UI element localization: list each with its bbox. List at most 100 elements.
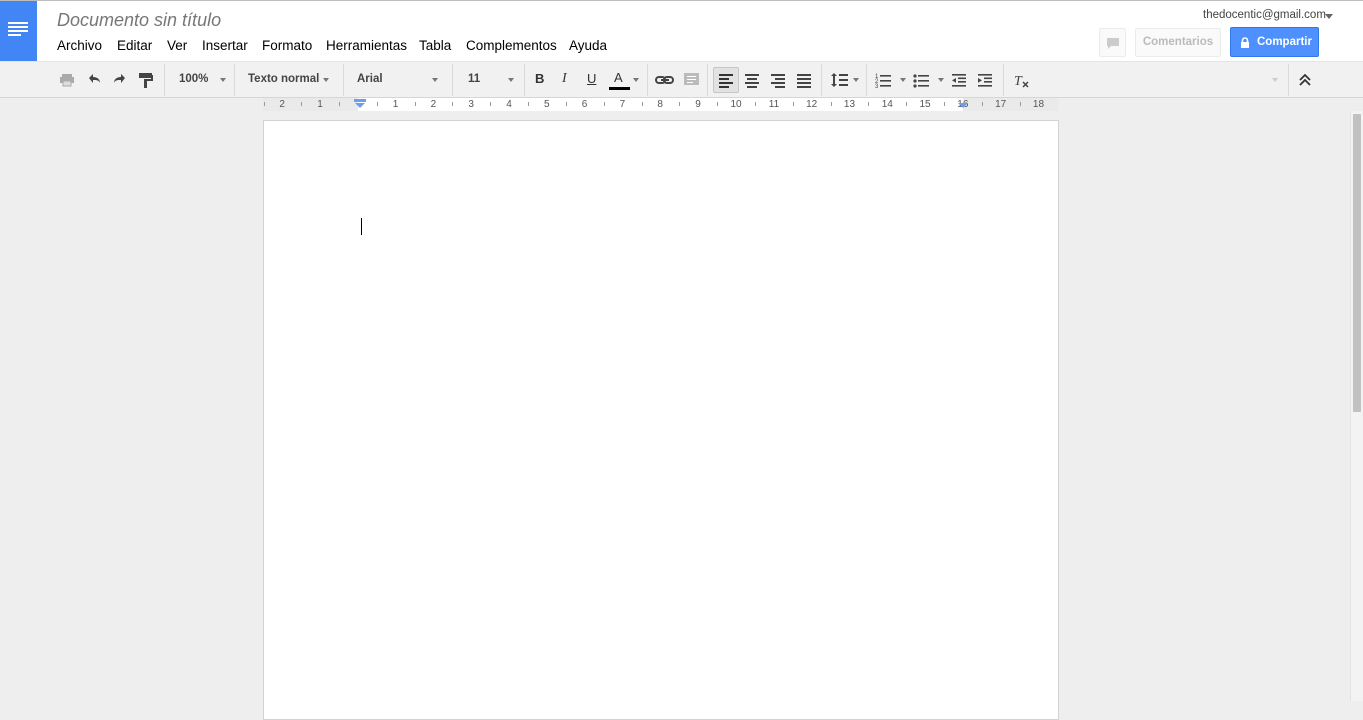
toolbar-separator (343, 64, 344, 96)
font-family-select[interactable]: Arial (357, 68, 441, 92)
bold-icon[interactable]: B (535, 68, 544, 92)
ruler-number: 1 (317, 99, 323, 110)
ruler-tick (528, 102, 529, 106)
docs-home-logo[interactable] (0, 1, 37, 61)
docs-lines-icon (8, 22, 28, 36)
paragraph-style-value: Texto normal (248, 73, 320, 85)
text-cursor (361, 218, 362, 235)
ruler-number: 9 (695, 99, 701, 110)
align-center-icon[interactable] (744, 68, 760, 92)
ruler-number: 17 (995, 99, 1007, 110)
document-page[interactable] (263, 120, 1059, 720)
comment-bubble-button[interactable] (1099, 28, 1126, 57)
lock-icon (1241, 37, 1249, 48)
ruler-tick (944, 102, 945, 106)
redo-icon[interactable] (111, 68, 129, 92)
justify-icon[interactable] (796, 68, 812, 92)
clear-formatting-icon[interactable]: T (1013, 68, 1031, 92)
ruler-number: 11 (768, 99, 780, 110)
chat-bubble-icon (1107, 38, 1119, 49)
toolbar-separator (647, 64, 648, 96)
align-right-icon[interactable] (770, 68, 786, 92)
print-icon[interactable] (58, 68, 76, 92)
share-button[interactable]: Compartir (1230, 27, 1319, 57)
toolbar-separator (707, 64, 708, 96)
ruler-tick (490, 102, 491, 106)
ruler-number: 10 (730, 99, 742, 110)
decrease-indent-icon[interactable] (951, 68, 967, 92)
ruler-number: 1 (392, 99, 399, 110)
underline-icon[interactable]: U (587, 68, 596, 92)
collapse-icon[interactable] (1298, 68, 1312, 92)
ruler-tick (793, 102, 794, 106)
ruler-number: 18 (1032, 99, 1045, 110)
menu-formato[interactable]: Formato (262, 38, 312, 53)
ruler-number: 12 (806, 99, 818, 110)
ruler-number: 2 (430, 99, 437, 110)
font-size-value: 11 (468, 73, 481, 85)
account-caret-icon[interactable] (1325, 14, 1333, 19)
italic-icon[interactable]: I (562, 68, 567, 92)
paint-format-icon[interactable] (138, 68, 154, 92)
menu-insertar[interactable]: Insertar (202, 38, 248, 53)
toolbar-separator (524, 64, 525, 96)
menu-complementos[interactable]: Complementos (466, 38, 557, 53)
toolbar-separator (1288, 64, 1289, 96)
ruler-tick (339, 102, 340, 106)
menu-tabla[interactable]: Tabla (419, 38, 451, 53)
font-family-value: Arial (357, 73, 383, 85)
ruler-number: 13 (843, 99, 856, 110)
toolbar-separator (164, 64, 165, 96)
numbered-list-icon[interactable]: 123 (875, 68, 907, 92)
document-title[interactable]: Documento sin título (57, 10, 221, 31)
font-size-select[interactable]: 11 (468, 68, 516, 92)
ruler-tick (982, 102, 983, 106)
menu-archivo[interactable]: Archivo (57, 38, 102, 53)
bulleted-list-icon[interactable] (913, 68, 945, 92)
paragraph-style-select[interactable]: Texto normal (248, 68, 332, 92)
chevron-down-icon (220, 78, 226, 82)
increase-indent-icon[interactable] (977, 68, 993, 92)
ruler-number: 14 (881, 99, 893, 110)
ruler-tick (566, 102, 567, 106)
undo-icon[interactable] (85, 68, 103, 92)
line-spacing-icon[interactable] (830, 68, 860, 92)
ruler-tick (1020, 102, 1021, 106)
svg-text:T: T (1014, 74, 1023, 89)
menu-ayuda[interactable]: Ayuda (569, 38, 607, 53)
ruler-tick (642, 102, 643, 106)
toolbar-separator (452, 64, 453, 96)
horizontal-ruler[interactable]: 21123456789101112131415161718 (263, 98, 1058, 111)
right-indent-marker-icon[interactable] (957, 99, 969, 109)
menu-ver[interactable]: Ver (167, 38, 187, 53)
ruler-number: 6 (581, 99, 588, 110)
ruler-tick (264, 102, 265, 106)
align-left-icon[interactable] (718, 68, 734, 92)
ruler-number: 5 (544, 99, 550, 110)
chevron-down-icon (633, 78, 639, 82)
ruler-tick (906, 102, 907, 106)
ruler-number: 7 (619, 99, 626, 110)
insert-comment-icon[interactable] (683, 68, 701, 92)
account-email[interactable]: thedocentic@gmail.com (1203, 9, 1326, 21)
link-icon[interactable] (655, 68, 675, 92)
text-color-swatch (609, 87, 630, 90)
scrollbar-thumb[interactable] (1353, 114, 1361, 412)
toolbar-separator (234, 64, 235, 96)
chevron-down-icon (938, 78, 944, 82)
comments-button[interactable]: Comentarios (1135, 28, 1221, 57)
toolbar-separator (866, 64, 867, 96)
vertical-scrollbar[interactable] (1350, 111, 1363, 701)
ruler-tick (679, 102, 680, 106)
left-indent-marker-icon[interactable] (354, 99, 366, 109)
menu-editar[interactable]: Editar (117, 38, 152, 53)
chevron-down-icon (853, 78, 859, 82)
text-color-icon[interactable]: A (609, 68, 639, 92)
chevron-down-icon (900, 78, 906, 82)
share-button-label: Compartir (1257, 36, 1312, 48)
menu-herramientas[interactable]: Herramientas (326, 38, 407, 53)
zoom-select[interactable]: 100% (179, 68, 229, 92)
more-options-chevron-icon[interactable] (1272, 78, 1278, 82)
chevron-down-icon (508, 78, 514, 82)
ruler-tick (755, 102, 756, 106)
